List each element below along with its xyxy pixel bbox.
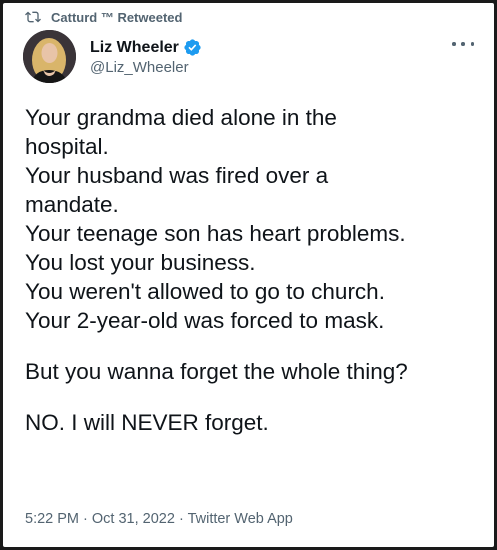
more-dot [461, 42, 465, 46]
more-dot [452, 42, 456, 46]
tweet-line: Your teenage son has heart problems. [25, 221, 406, 246]
tweet-line: Your grandma died alone in the [25, 105, 337, 130]
author-handle[interactable]: @Liz_Wheeler [90, 59, 189, 76]
tweet-line: hospital. [25, 134, 109, 159]
tweet-line: You weren't allowed to go to church. [25, 279, 385, 304]
tweet-closing: NO. I will NEVER forget. [25, 410, 269, 435]
tweet-line: Your husband was fired over a [25, 163, 329, 188]
tweet-card: Catturd ™ Retweeted Liz Wheeler @Liz_Whe… [3, 3, 494, 547]
verified-badge-icon [184, 39, 201, 56]
tweet-meta: 5:22 PM · Oct 31, 2022 · Twitter Web App [25, 511, 293, 527]
author-name-row[interactable]: Liz Wheeler [90, 38, 202, 57]
tweet-line: mandate. [25, 192, 119, 217]
retweet-icon [25, 11, 41, 23]
meta-separator: · [83, 511, 92, 527]
retweet-context[interactable]: Catturd ™ Retweeted [25, 9, 182, 25]
tweet-date[interactable]: Oct 31, 2022 [92, 511, 175, 527]
avatar[interactable] [23, 30, 76, 83]
tweet-line: You lost your business. [25, 250, 256, 275]
more-dot [470, 42, 474, 46]
author-display-name[interactable]: Liz Wheeler [90, 39, 179, 57]
tweet-line: Your 2-year-old was forced to mask. [25, 308, 385, 333]
tweet-time[interactable]: 5:22 PM [25, 511, 79, 527]
retweet-label: Catturd ™ Retweeted [51, 9, 183, 25]
avatar-photo [23, 30, 76, 83]
more-options-icon[interactable] [452, 37, 474, 51]
meta-separator: · [178, 511, 188, 527]
tweet-question: But you wanna forget the whole thing? [25, 359, 408, 384]
tweet-source[interactable]: Twitter Web App [188, 511, 293, 527]
tweet-text: Your grandma died alone in the hospital.… [25, 103, 494, 437]
